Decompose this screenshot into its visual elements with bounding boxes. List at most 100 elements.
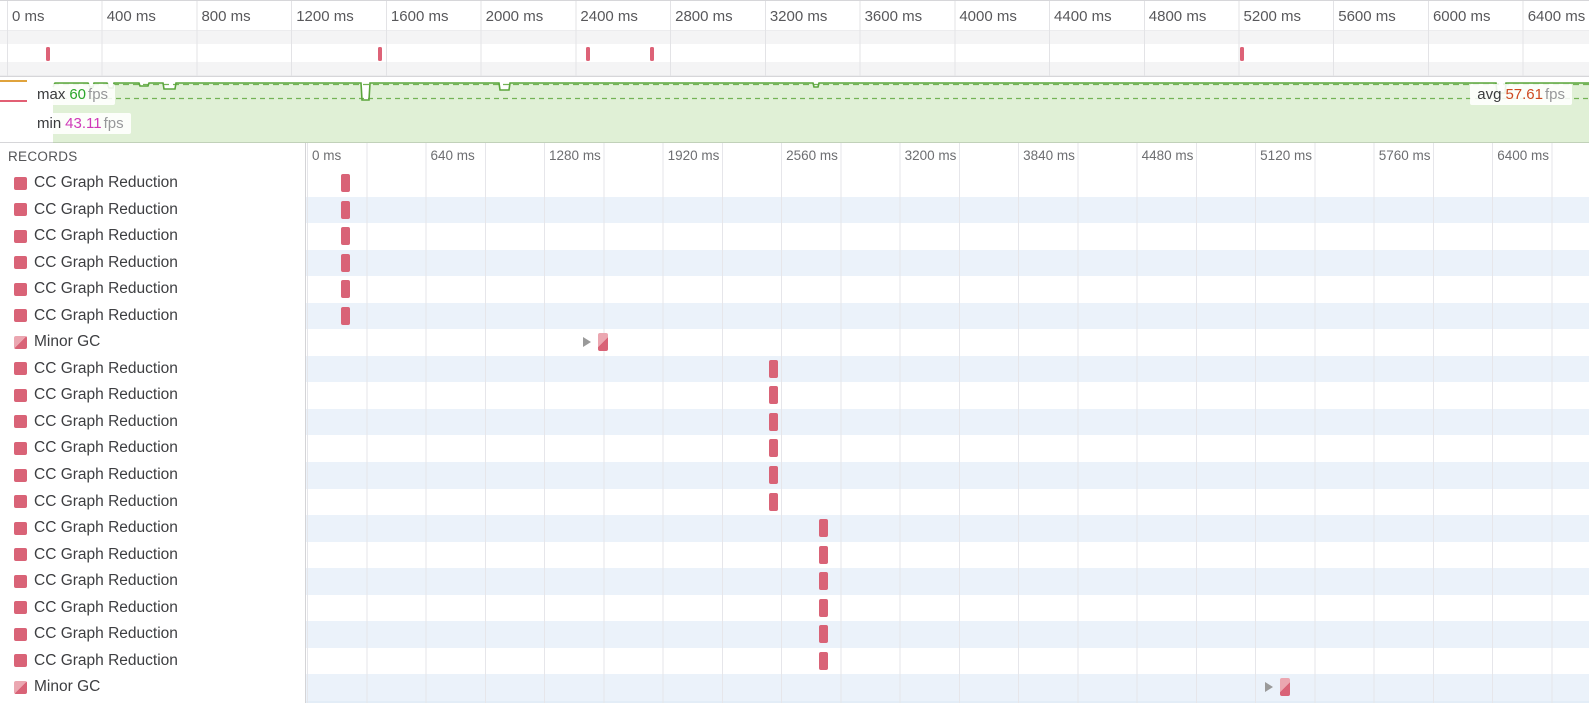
ruler-tick-label: 2000 ms: [485, 8, 544, 25]
minor-gc-swatch-icon: [14, 335, 27, 349]
record-row[interactable]: CC Graph Reduction: [0, 249, 1589, 277]
waterfall-bar[interactable]: [597, 333, 608, 352]
cc-swatch-icon: [14, 229, 27, 243]
waterfall-bar[interactable]: [769, 359, 779, 378]
ruler-tick-label: 2400 ms: [580, 8, 638, 25]
record-label: CC Graph Reduction: [34, 572, 178, 590]
record-label: CC Graph Reduction: [34, 359, 178, 377]
minor-gc-swatch-icon: [14, 680, 27, 694]
record-row[interactable]: CC Graph Reduction: [0, 196, 1589, 224]
record-row[interactable]: Minor GC: [0, 329, 1589, 356]
waterfall-bar[interactable]: [769, 386, 779, 405]
waterfall-bar[interactable]: [819, 572, 829, 591]
records-waterfall: RECORDS 0 ms 640 ms 1280 ms 1920 ms 2560 ms 3…: [0, 143, 1589, 703]
overview-gc-marker[interactable]: [585, 47, 590, 61]
waterfall-bar[interactable]: [341, 200, 351, 219]
fps-min-label: min 43.11 fps: [30, 113, 131, 134]
waterfall-bar[interactable]: [341, 253, 351, 272]
waterfall-tick-label: 4480 ms: [1141, 148, 1194, 163]
record-row[interactable]: CC Graph Reduction: [0, 223, 1589, 250]
waterfall-bar[interactable]: [769, 412, 779, 431]
waterfall-bar[interactable]: [341, 227, 351, 246]
ruler-tick-label: 6000 ms: [1432, 8, 1491, 25]
overview-gc-marker[interactable]: [1239, 47, 1244, 61]
cc-swatch-icon: [14, 574, 27, 588]
cc-swatch-icon: [14, 309, 27, 323]
record-row[interactable]: CC Graph Reduction: [0, 594, 1589, 622]
pane-divider[interactable]: [305, 143, 306, 703]
overview-markers-lane: [0, 44, 1589, 62]
timeline-overview[interactable]: 0 ms 400 ms 800 ms 1200 ms 1600 ms 2000 ms 240…: [0, 1, 1589, 77]
waterfall-bar[interactable]: [341, 306, 351, 325]
overview-gc-marker[interactable]: [45, 47, 50, 61]
record-row[interactable]: CC Graph Reduction: [0, 276, 1589, 303]
record-row[interactable]: CC Graph Reduction: [0, 515, 1589, 542]
waterfall-tick-label: 6400 ms: [1497, 148, 1549, 163]
record-label: CC Graph Reduction: [34, 280, 178, 298]
record-row[interactable]: CC Graph Reduction: [0, 355, 1589, 383]
waterfall-bar[interactable]: [769, 466, 779, 485]
cc-swatch-icon: [14, 362, 27, 376]
waterfall-bar[interactable]: [1279, 678, 1290, 697]
cc-swatch-icon: [14, 282, 27, 296]
fps-avg-label: avg 57.61 fps: [1470, 84, 1572, 105]
record-label: CC Graph Reduction: [34, 386, 178, 404]
record-label: Minor GC: [34, 333, 101, 351]
record-row[interactable]: CC Graph Reduction: [0, 621, 1589, 648]
record-label: Minor GC: [34, 678, 101, 696]
performance-panel: 0 ms 400 ms 800 ms 1200 ms 1600 ms 2000 ms 240…: [0, 0, 1589, 703]
ruler-tick-label: 5200 ms: [1243, 8, 1302, 25]
record-label: CC Graph Reduction: [34, 545, 178, 563]
cc-swatch-icon: [14, 441, 27, 455]
waterfall-bar[interactable]: [341, 174, 351, 192]
overview-gc-marker[interactable]: [377, 47, 382, 61]
ruler-tick-label: 1200 ms: [296, 8, 354, 25]
record-label: CC Graph Reduction: [34, 651, 178, 669]
record-row[interactable]: CC Graph Reduction: [0, 170, 1589, 197]
record-row[interactable]: CC Graph Reduction: [0, 541, 1589, 569]
fps-avg-value: 57.61: [1505, 86, 1543, 103]
waterfall-bar[interactable]: [819, 545, 829, 564]
waterfall-tick-label: 2560 ms: [786, 148, 838, 163]
ruler-tick-label: 3600 ms: [864, 8, 923, 25]
waterfall-bar[interactable]: [341, 280, 351, 299]
record-row[interactable]: CC Graph Reduction: [0, 435, 1589, 463]
record-row[interactable]: CC Graph Reduction: [0, 382, 1589, 409]
record-label: CC Graph Reduction: [34, 439, 178, 457]
framerate-graph[interactable]: max 60 fps min 43.11 fps avg 57.61 fps: [0, 77, 1589, 143]
record-row[interactable]: CC Graph Reduction: [0, 302, 1589, 330]
record-row[interactable]: CC Graph Reduction: [0, 408, 1589, 436]
ruler-tick-label: 400 ms: [106, 8, 156, 25]
cc-swatch-icon: [14, 654, 27, 668]
waterfall-bar[interactable]: [769, 492, 779, 511]
expand-arrow-icon[interactable]: [582, 336, 591, 347]
record-row[interactable]: CC Graph Reduction: [0, 647, 1589, 675]
overview-lane: [0, 62, 1589, 76]
waterfall-tick-label: 5760 ms: [1378, 148, 1431, 163]
record-row[interactable]: Minor GC: [0, 674, 1589, 701]
ruler-tick-label: 4000 ms: [959, 8, 1017, 25]
waterfall-bar[interactable]: [819, 598, 829, 617]
waterfall-bar[interactable]: [819, 519, 829, 538]
fps-chart-svg: [52, 82, 1589, 143]
record-label: CC Graph Reduction: [34, 598, 178, 616]
ruler-tick-label: 3200 ms: [769, 8, 828, 25]
records-header-row: RECORDS 0 ms 640 ms 1280 ms 1920 ms 2560 ms 3…: [0, 143, 1589, 170]
overview-gc-marker[interactable]: [650, 47, 655, 61]
records-title: RECORDS: [0, 143, 305, 170]
record-row[interactable]: CC Graph Reduction: [0, 488, 1589, 516]
record-label: CC Graph Reduction: [34, 253, 178, 271]
record-label: CC Graph Reduction: [34, 492, 178, 510]
ruler-tick-label: 6400 ms: [1527, 8, 1586, 25]
waterfall-bar[interactable]: [819, 625, 829, 644]
ruler-tick-label: 1600 ms: [390, 8, 449, 25]
expand-arrow-icon[interactable]: [1264, 681, 1273, 692]
waterfall-tick-label: 5120 ms: [1260, 148, 1312, 163]
waterfall-bar[interactable]: [819, 651, 829, 670]
waterfall-bar[interactable]: [769, 439, 779, 458]
record-row[interactable]: CC Graph Reduction: [0, 462, 1589, 489]
cc-swatch-icon: [14, 468, 27, 482]
ruler-tick-label: 4400 ms: [1054, 8, 1112, 25]
records-rows: CC Graph Reduction CC Graph Reduction CC G…: [0, 170, 1589, 701]
record-row[interactable]: CC Graph Reduction: [0, 568, 1589, 595]
